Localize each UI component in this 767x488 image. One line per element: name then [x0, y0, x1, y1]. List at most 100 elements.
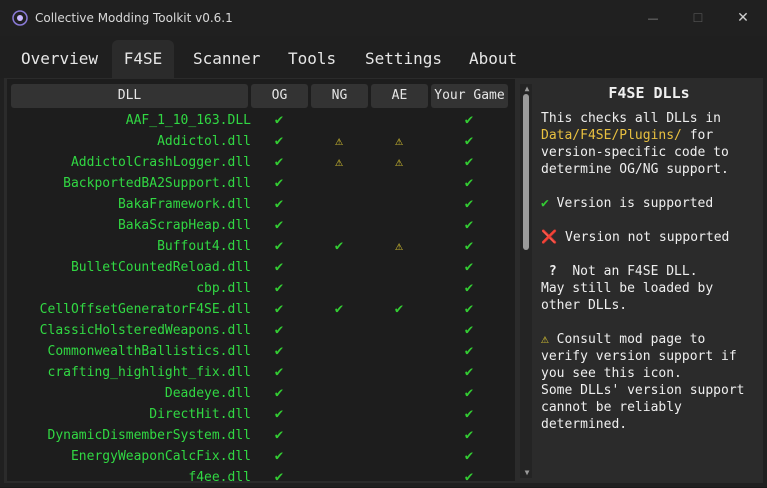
check-icon: ✔	[464, 280, 474, 296]
legend-supported: ✔ Version is supported	[541, 195, 713, 212]
table-row[interactable]: AddictolCrashLogger.dll ✔ ⚠ ⚠ ✔	[11, 152, 511, 173]
check-icon: ✔	[334, 238, 344, 254]
warning-icon: ⚠	[395, 134, 403, 149]
table-row[interactable]: DirectHit.dll ✔ ✔	[11, 404, 511, 425]
table-row[interactable]: Addictol.dll ✔ ⚠ ⚠ ✔	[11, 131, 511, 152]
dll-name-cell: ClassicHolsteredWeapons.dll	[39, 323, 251, 338]
table-row[interactable]: BakaFramework.dll ✔ ✔	[11, 194, 511, 215]
check-icon: ✔	[464, 259, 474, 275]
check-icon: ✔	[274, 322, 284, 338]
table-row[interactable]: crafting_highlight_fix.dll ✔ ✔	[11, 362, 511, 383]
dll-name-cell: CellOffsetGeneratorF4SE.dll	[39, 302, 251, 317]
check-icon: ✔	[274, 196, 284, 212]
scrollbar-thumb[interactable]	[523, 94, 529, 250]
title-bar: Collective Modding Toolkit v0.6.1 — ☐ ✕	[0, 0, 767, 36]
check-icon: ✔	[274, 343, 284, 359]
check-icon: ✔	[464, 217, 474, 233]
check-icon: ✔	[464, 427, 474, 443]
check-icon: ✔	[464, 112, 474, 128]
tab-overview[interactable]: Overview	[21, 40, 98, 78]
table-row[interactable]: BackportedBA2Support.dll ✔ ✔	[11, 173, 511, 194]
dll-name-cell: Addictol.dll	[157, 134, 251, 149]
check-icon: ✔	[394, 301, 404, 317]
table-row[interactable]: Buffout4.dll ✔ ✔ ⚠ ✔	[11, 236, 511, 257]
warning-icon: ⚠	[395, 239, 403, 254]
tab-f4se[interactable]: F4SE	[112, 40, 174, 78]
check-icon: ✔	[274, 427, 284, 443]
legend-consult-line-2: verify version support if	[541, 349, 737, 364]
check-icon: ✔	[464, 133, 474, 149]
check-icon: ✔	[274, 301, 284, 317]
window-title: Collective Modding Toolkit v0.6.1	[35, 11, 233, 25]
table-row[interactable]: f4ee.dll ✔ ✔	[11, 467, 511, 488]
dll-name-cell: DynamicDismemberSystem.dll	[47, 428, 252, 443]
check-icon: ✔	[274, 280, 284, 296]
column-header-ae[interactable]: AE	[371, 84, 428, 108]
info-intro-path-suffix: for	[681, 128, 714, 143]
check-icon: ✔	[464, 301, 474, 317]
dll-name-cell: CommonwealthBallistics.dll	[47, 344, 252, 359]
check-icon: ✔	[464, 238, 474, 254]
scroll-up-arrow-icon[interactable]: ▲	[522, 84, 532, 93]
table-row[interactable]: Deadeye.dll ✔ ✔	[11, 383, 511, 404]
legend-supported-label: Version is supported	[556, 196, 714, 211]
warning-icon: ⚠	[335, 134, 343, 149]
check-icon: ✔	[334, 301, 344, 317]
app-logo-icon	[12, 10, 28, 26]
column-header-og[interactable]: OG	[251, 84, 308, 108]
dll-name-cell: BakaFramework.dll	[117, 197, 251, 212]
table-row[interactable]: CellOffsetGeneratorF4SE.dll ✔ ✔ ✔ ✔	[11, 299, 511, 320]
check-icon: ✔	[274, 448, 284, 464]
check-icon: ✔	[274, 364, 284, 380]
check-icon: ✔	[541, 196, 549, 211]
table-row[interactable]: BulletCountedReload.dll ✔ ✔	[11, 257, 511, 278]
warning-icon: ⚠	[335, 155, 343, 170]
minimize-icon: —	[647, 11, 659, 25]
table-row[interactable]: DynamicDismemberSystem.dll ✔ ✔	[11, 425, 511, 446]
table-row[interactable]: AAF_1_10_163.DLL ✔ ✔	[11, 110, 511, 131]
legend-not-f4se-line-2: May still be loaded by	[541, 281, 714, 296]
column-header-ng[interactable]: NG	[311, 84, 368, 108]
close-button[interactable]: ✕	[720, 0, 766, 36]
info-intro-line-1: This checks all DLLs in	[541, 111, 722, 126]
maximize-button[interactable]: ☐	[675, 0, 721, 36]
table-row[interactable]: cbp.dll ✔ ✔	[11, 278, 511, 299]
check-icon: ✔	[274, 112, 284, 128]
tab-settings[interactable]: Settings	[365, 40, 442, 78]
minimize-button[interactable]: —	[630, 0, 676, 36]
legend-not-supported-label: Version not supported	[565, 230, 730, 245]
question-icon: ?	[548, 264, 557, 279]
legend-not-f4se-line-3: other DLLs.	[541, 298, 628, 313]
check-icon: ✔	[464, 469, 474, 485]
plugins-path: Data/F4SE/Plugins/	[541, 128, 682, 143]
table-row[interactable]: BakaScrapHeap.dll ✔ ✔	[11, 215, 511, 236]
check-icon: ✔	[464, 175, 474, 191]
dll-name-cell: Deadeye.dll	[164, 386, 251, 401]
info-intro: This checks all DLLs in Data/F4SE/Plugin…	[541, 110, 729, 178]
dll-name-cell: BackportedBA2Support.dll	[63, 176, 251, 191]
column-header-your-game[interactable]: Your Game	[431, 84, 508, 108]
table-row[interactable]: EnergyWeaponCalcFix.dll ✔ ✔	[11, 446, 511, 467]
check-icon: ✔	[464, 322, 474, 338]
check-icon: ✔	[274, 406, 284, 422]
legend-not-supported: ❌ Version not supported	[541, 229, 729, 246]
info-title: F4SE DLLs	[608, 84, 690, 102]
dll-name-cell: f4ee.dll	[188, 470, 251, 485]
check-icon: ✔	[274, 217, 284, 233]
tab-tools[interactable]: Tools	[288, 40, 336, 78]
info-intro-line-3: determine OG/NG support.	[541, 162, 729, 177]
legend-consult-line-5: cannot be reliably	[541, 400, 682, 415]
table-row[interactable]: ClassicHolsteredWeapons.dll ✔ ✔	[11, 320, 511, 341]
info-intro-line-2: version-specific code to	[541, 145, 729, 160]
scroll-down-arrow-icon[interactable]: ▼	[522, 468, 532, 477]
tab-scanner[interactable]: Scanner	[193, 40, 260, 78]
dll-name-cell: BakaScrapHeap.dll	[117, 218, 251, 233]
tab-about[interactable]: About	[469, 40, 517, 78]
dll-name-cell: BulletCountedReload.dll	[70, 260, 251, 275]
check-icon: ✔	[464, 154, 474, 170]
table-row[interactable]: CommonwealthBallistics.dll ✔ ✔	[11, 341, 511, 362]
dll-name-cell: cbp.dll	[196, 281, 251, 296]
check-icon: ✔	[464, 448, 474, 464]
legend-consult: ⚠ Consult mod page to verify version sup…	[541, 331, 745, 433]
column-header-dll[interactable]: DLL	[11, 84, 248, 108]
